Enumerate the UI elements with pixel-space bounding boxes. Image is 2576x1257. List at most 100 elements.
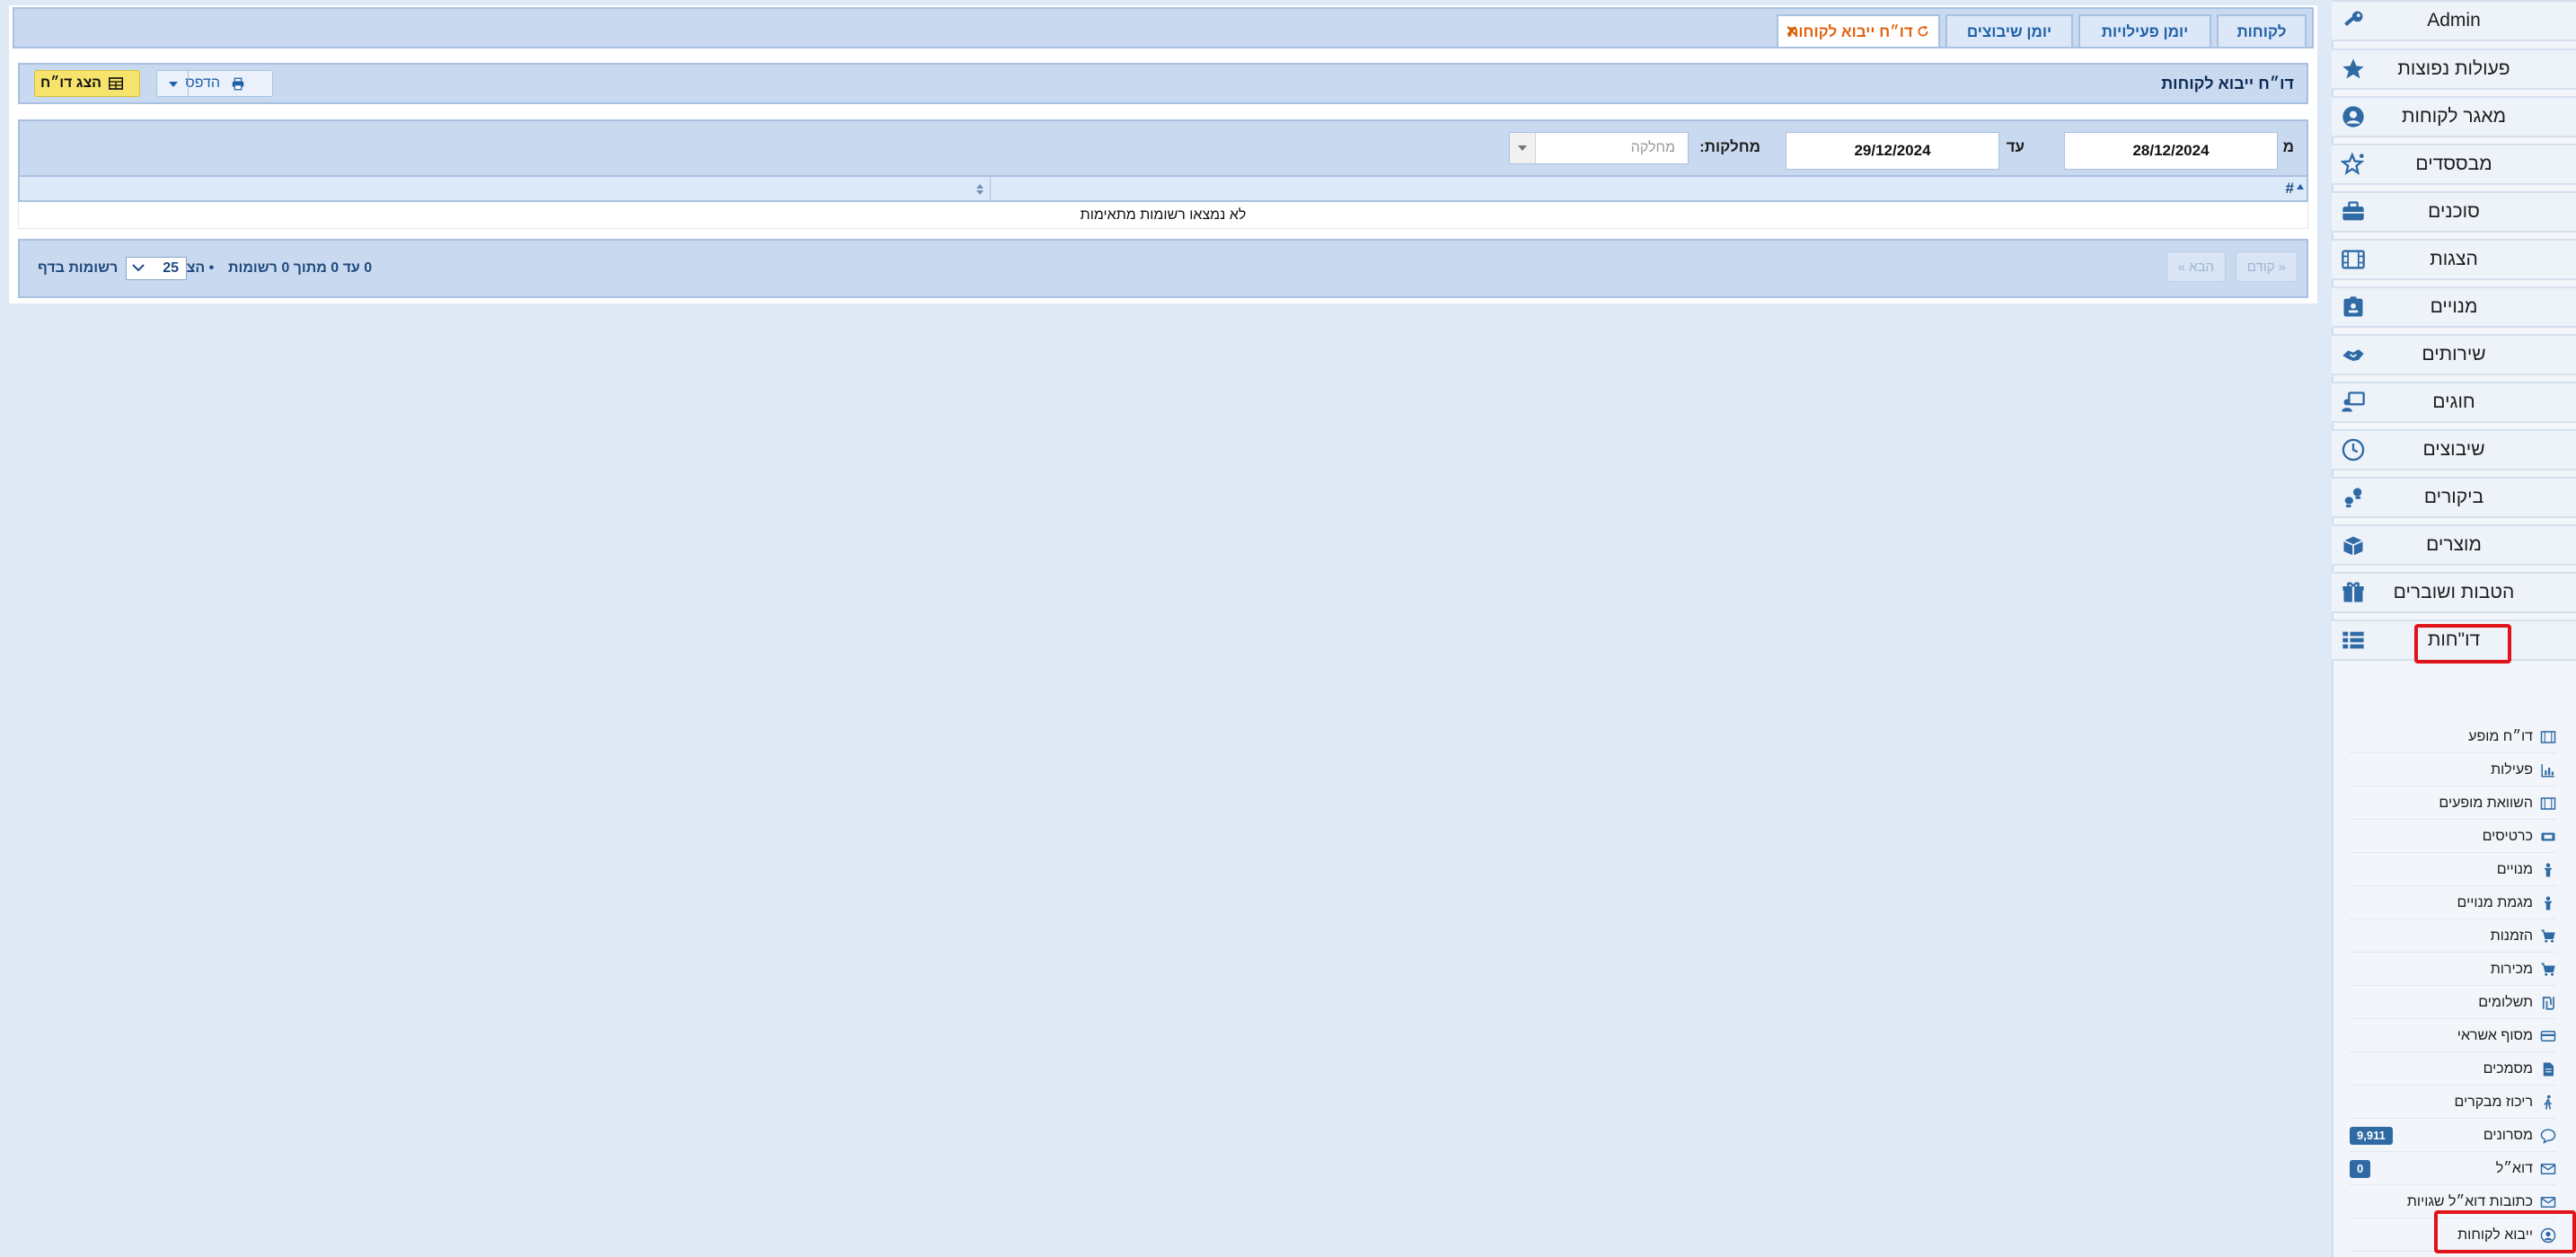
chevron-down-icon (132, 264, 145, 272)
to-date-input[interactable] (1786, 132, 1999, 170)
sidebar-item-products[interactable]: מוצרים (2332, 524, 2576, 566)
from-date-input[interactable] (2064, 132, 2278, 170)
person-icon (2544, 896, 2553, 910)
submenu-item-payments[interactable]: תשלומים (2350, 988, 2556, 1019)
submenu-item-import-customers[interactable]: ייבוא לקוחות (2350, 1220, 2556, 1252)
sidebar-item-label: מבססדים (2415, 154, 2492, 174)
close-icon[interactable]: ✕ (1786, 16, 1797, 48)
sidebar-item-agents[interactable]: סוכנים (2332, 191, 2576, 233)
sidebar-item-label: סוכנים (2428, 201, 2480, 222)
submenu-item-sales[interactable]: מכירות (2350, 954, 2556, 986)
column-divider (990, 177, 991, 200)
sort-asc-icon (2297, 184, 2304, 189)
sort-icon[interactable] (975, 184, 984, 195)
email-count-badge: 0 (2350, 1160, 2371, 1178)
submenu-item-label: ריכוז מבקרים (2454, 1094, 2533, 1110)
sidebar-item-label: Admin (2427, 10, 2481, 31)
submenu-item-email[interactable]: דוא״ל 0 (2350, 1154, 2556, 1185)
film-icon (2342, 250, 2365, 269)
cart-icon (2541, 963, 2555, 976)
id-card-icon (2343, 296, 2363, 317)
chevron-down-icon (1518, 145, 1527, 151)
page-size-select[interactable]: 25 (126, 257, 187, 280)
submenu-item-activity[interactable]: פעילות (2350, 755, 2556, 787)
table-icon (109, 77, 123, 90)
submenu-item-sms[interactable]: מסרונים 9,911 (2350, 1121, 2556, 1152)
sidebar-item-label: שירותים (2422, 344, 2486, 365)
pager-info: 0 עד 0 מתוך 0 רשומות (228, 260, 373, 276)
page-size-value: 25 (163, 260, 179, 276)
sidebar-item-admin[interactable]: Admin (2332, 0, 2576, 41)
department-placeholder: מחלקה (1630, 140, 1675, 155)
sidebar-item-label: ביקורים (2423, 487, 2484, 507)
departments-label: מחלקות: (1699, 138, 1760, 155)
handshake-icon (2342, 349, 2364, 361)
sidebar-item-label: שיבוצים (2422, 439, 2485, 460)
submenu-item-credit-terminal[interactable]: מסוף אשראי (2350, 1021, 2556, 1052)
submenu-item-label: השוואת מופעים (2439, 796, 2533, 811)
sidebar-item-benefits-vouchers[interactable]: הטבות ושוברים (2332, 572, 2576, 613)
sidebar-item-classes[interactable]: חוגים (2332, 382, 2576, 423)
sidebar-item-shows[interactable]: הצגות (2332, 239, 2576, 280)
empty-grid-message: לא נמצאו רשומות מתאימות (18, 202, 2308, 229)
column-header-hash[interactable]: # (2286, 177, 2294, 200)
sidebar-item-label: הטבות ושוברים (2393, 582, 2515, 602)
show-report-button[interactable]: הצג דו״ח (34, 70, 140, 97)
submenu-item-bad-emails[interactable]: כתובות דוא״ל שגויות (2350, 1187, 2556, 1218)
next-page-button[interactable]: הבא » (2166, 251, 2226, 282)
comment-icon (2540, 1129, 2556, 1144)
sidebar-item-subscribers[interactable]: מבססדים (2332, 144, 2576, 185)
envelope-icon (2540, 1164, 2556, 1174)
from-date-label: מ (2282, 138, 2294, 155)
tab-customers[interactable]: לקוחות (2217, 14, 2307, 47)
sidebar-item-services[interactable]: שירותים (2332, 334, 2576, 375)
submenu-item-memberships[interactable]: מנויים (2350, 855, 2556, 886)
print-options-dropdown[interactable] (157, 71, 189, 96)
submenu-item-compare-shows[interactable]: השוואת מופעים (2350, 788, 2556, 820)
submenu-item-show-report[interactable]: דו״ח מופע (2350, 722, 2556, 753)
sidebar-item-customers-db[interactable]: מאגר לקוחות (2332, 96, 2576, 137)
sidebar-item-reports[interactable]: דו"חות (2332, 620, 2576, 661)
teacher-board-icon (2342, 391, 2365, 412)
sidebar-item-visits[interactable]: ביקורים (2332, 477, 2576, 518)
list-table-icon (2342, 631, 2364, 649)
print-button[interactable]: הדפס (156, 70, 273, 97)
submenu-item-visitors-summary[interactable]: ריכוז מבקרים (2350, 1087, 2556, 1119)
submenu-item-documents[interactable]: מסמכים (2350, 1054, 2556, 1086)
sidebar-item-label: מנויים (2430, 296, 2478, 317)
submenu-item-membership-trend[interactable]: מגמת מנויים (2350, 888, 2556, 919)
show-report-label: הצג דו״ח (40, 75, 101, 91)
box-icon (2343, 536, 2363, 556)
submenu-item-label: מנויים (2496, 862, 2533, 877)
sidebar-item-common-actions[interactable]: פעולות נפוצות (2332, 48, 2576, 90)
tab-import-customers-report[interactable]: דו״ח ייבוא לקוחות ✕ (1777, 14, 1940, 47)
department-select[interactable]: מחלקה (1509, 132, 1689, 164)
print-button-label: הדפס (185, 75, 220, 91)
submenu-item-label: דו״ח מופע (2468, 729, 2533, 744)
chart-icon (2541, 764, 2554, 778)
sidebar-item-memberships[interactable]: מנויים (2332, 286, 2576, 328)
refresh-icon (1918, 25, 1928, 37)
film-icon (2540, 797, 2556, 810)
submenu-item-label: תשלומים (2478, 995, 2533, 1010)
page-title: דו״ח ייבוא לקוחות (2161, 75, 2294, 92)
sms-count-badge: 9,911 (2350, 1127, 2393, 1145)
prev-page-button[interactable]: « קודם (2235, 251, 2298, 282)
sidebar: Admin פעולות נפוצות מאגר לקוחות מבססדים (2332, 0, 2576, 1257)
report-header: דו״ח ייבוא לקוחות הדפס הצג דו״ח (18, 63, 2308, 104)
submenu-item-label: כרטיסים (2482, 829, 2533, 844)
footsteps-icon (2344, 488, 2362, 508)
department-dropdown-toggle[interactable] (1510, 133, 1536, 163)
sidebar-item-placements[interactable]: שיבוצים (2332, 429, 2576, 470)
cart-icon (2541, 929, 2555, 943)
person-icon (2544, 863, 2553, 877)
submenu-item-orders[interactable]: הזמנות (2350, 921, 2556, 953)
sidebar-item-label: דו"חות (2427, 629, 2481, 650)
gift-icon (2342, 582, 2364, 602)
key-icon (2344, 11, 2363, 26)
user-circle-icon (2342, 106, 2364, 127)
tab-placements-log[interactable]: יומן שיבוצים (1945, 14, 2073, 47)
per-page-label: רשומות בדף (38, 260, 119, 276)
tab-activity-log[interactable]: יומן פעילויות (2078, 14, 2211, 47)
submenu-item-tickets[interactable]: כרטיסים (2350, 822, 2556, 853)
